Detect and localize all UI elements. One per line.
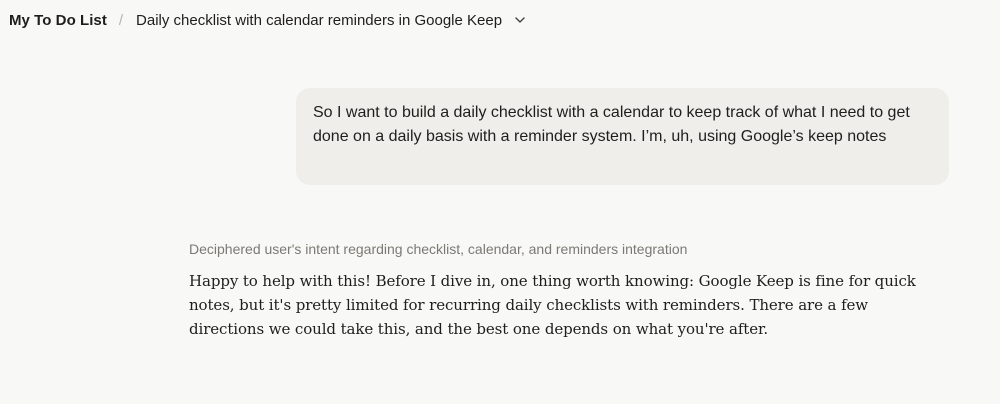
conversation-title-dropdown[interactable]: Daily checklist with calendar reminders …: [136, 12, 526, 29]
breadcrumb-separator: /: [118, 11, 124, 29]
chevron-down-icon: [515, 17, 525, 23]
breadcrumb-project[interactable]: My To Do List: [9, 12, 107, 29]
user-message: So I want to build a daily checklist wit…: [296, 88, 949, 185]
thinking-summary[interactable]: Deciphered user's intent regarding check…: [189, 241, 687, 257]
top-bar: My To Do List / Daily checklist with cal…: [0, 0, 1000, 40]
conversation-title: Daily checklist with calendar reminders …: [136, 11, 503, 29]
assistant-message: Happy to help with this! Before I dive i…: [189, 272, 916, 338]
